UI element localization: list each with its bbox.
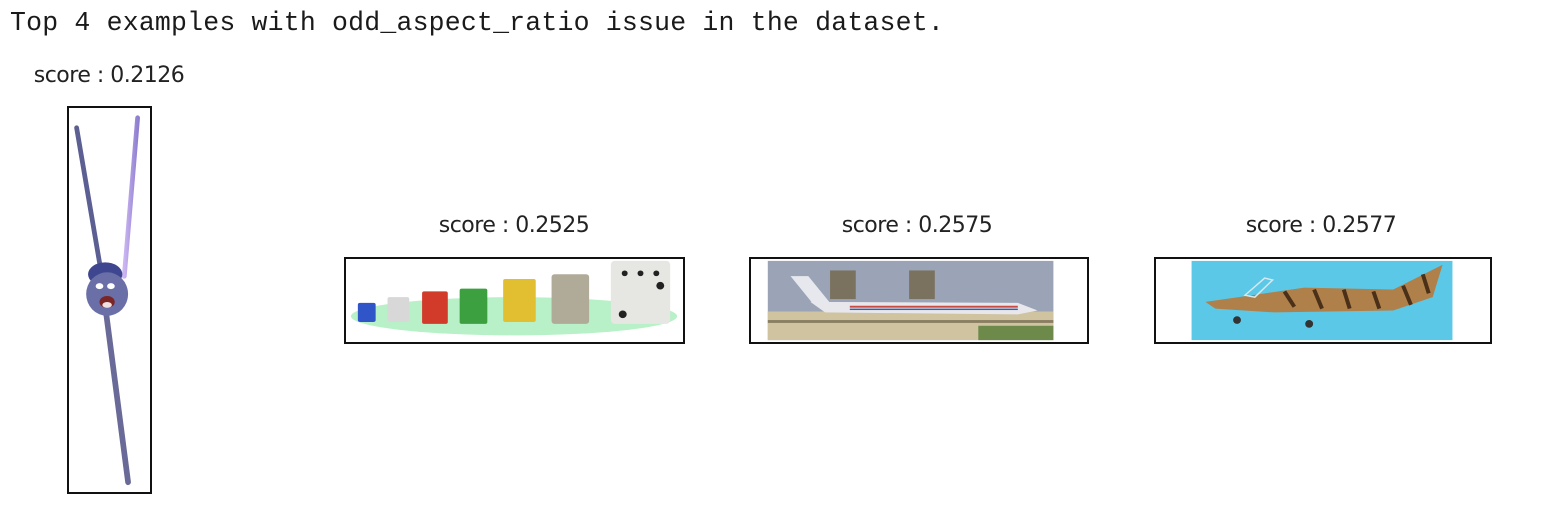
airliner-image: [767, 260, 1054, 341]
dice-image: [350, 260, 678, 336]
example-2-score: score : 0.2525: [438, 213, 590, 238]
example-2-image: [344, 257, 685, 344]
fighter-jet-image: [1191, 260, 1453, 341]
straw-character-image: [74, 115, 140, 486]
example-4-image: [1154, 257, 1492, 344]
example-3-image: [749, 257, 1089, 344]
example-1-score: score : 0.2126: [33, 63, 185, 88]
output-heading: Top 4 examples with odd_aspect_ratio iss…: [10, 8, 944, 38]
example-3-score: score : 0.2575: [841, 213, 993, 238]
example-4-score: score : 0.2577: [1245, 213, 1397, 238]
example-1-image: [67, 106, 152, 494]
